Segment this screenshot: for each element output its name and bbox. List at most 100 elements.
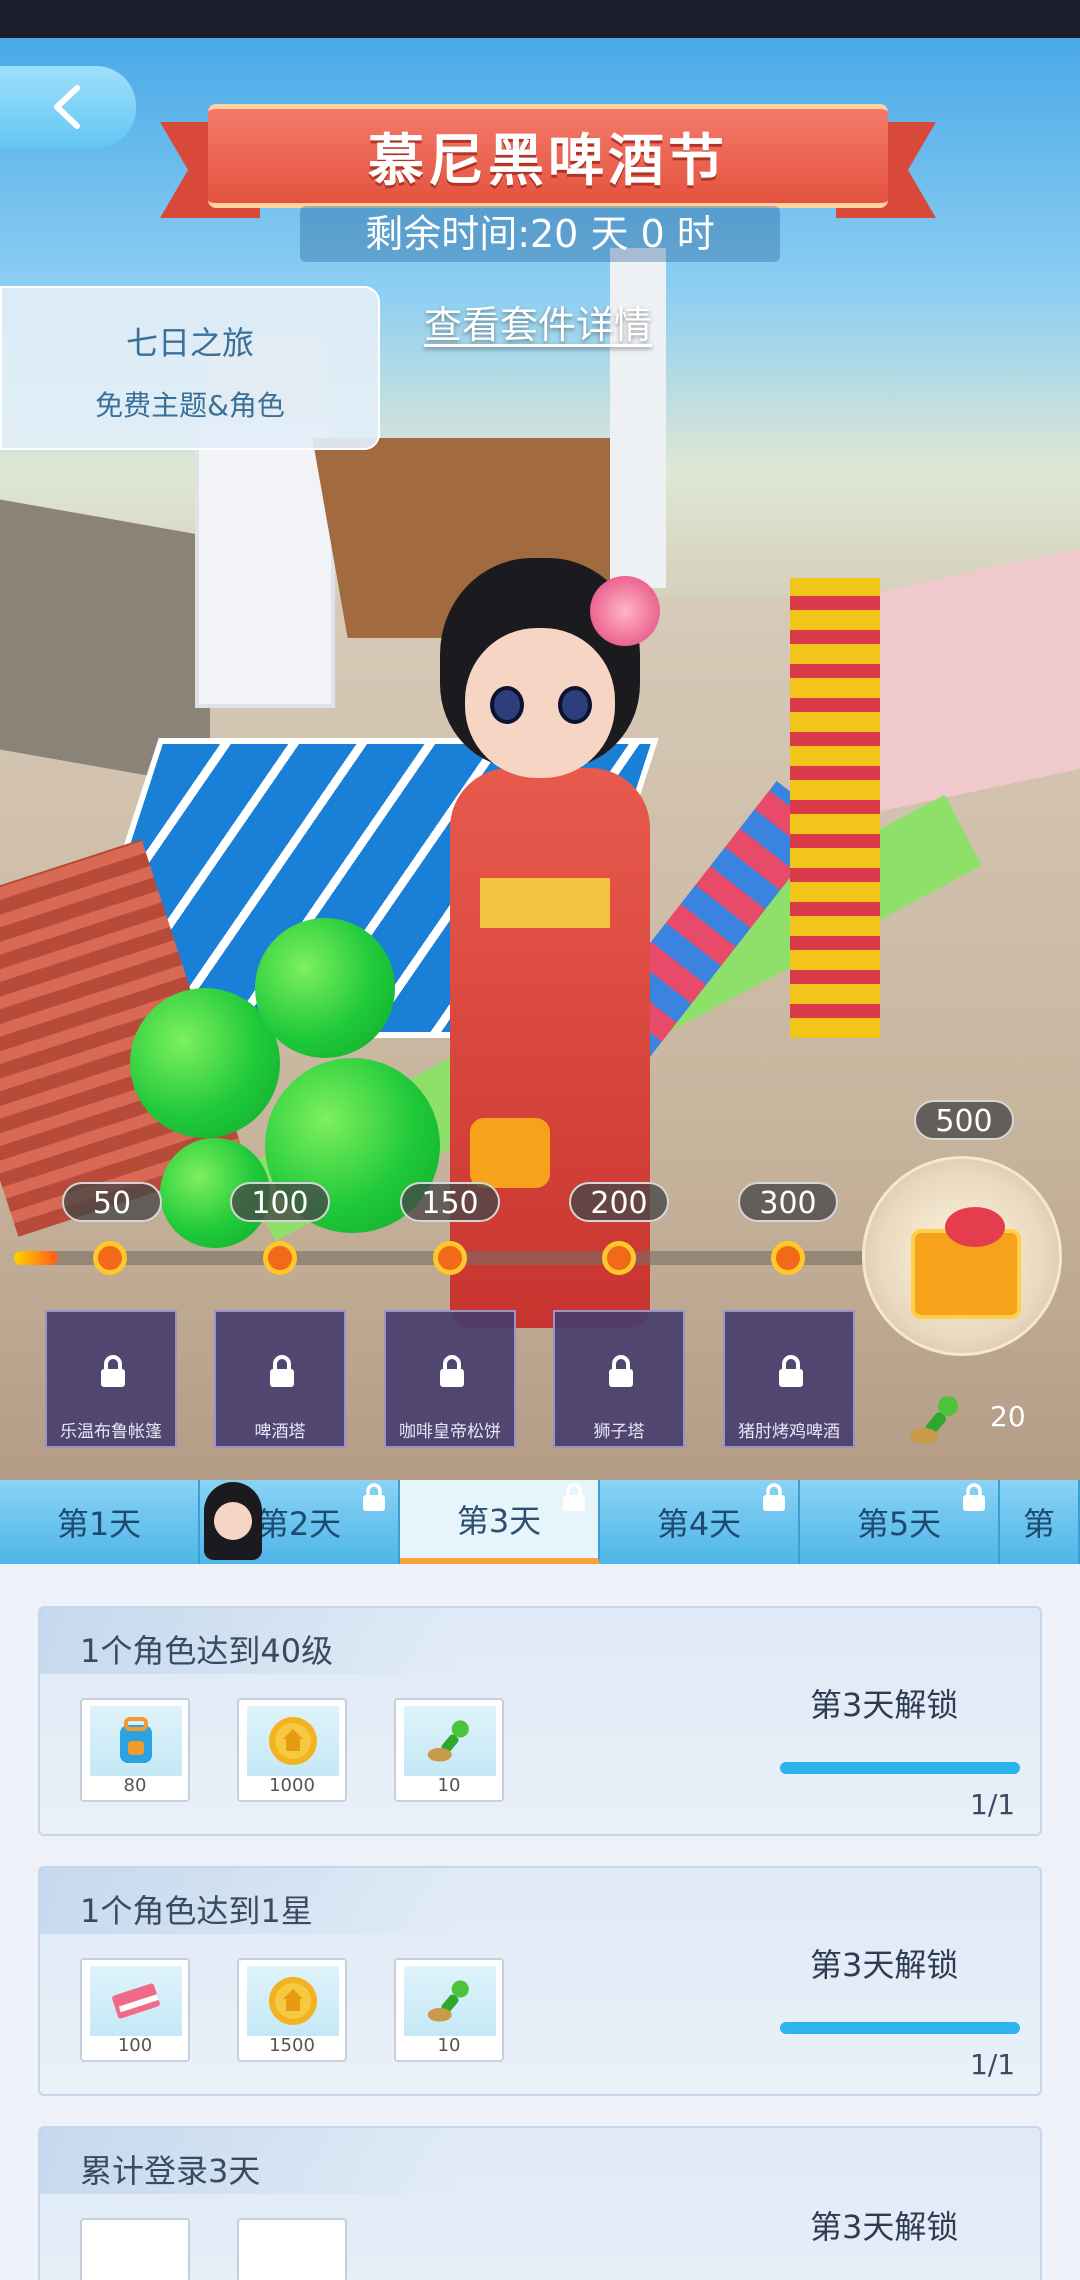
- ribbon-band: 慕尼黑啤酒节: [208, 104, 888, 208]
- reward-qty: 10: [437, 2035, 461, 2056]
- promo-title: 七日之旅: [125, 324, 254, 362]
- lock-icon: [440, 1355, 464, 1387]
- milestone-reward[interactable]: 猪肘烤鸡啤酒: [723, 1310, 855, 1448]
- milestone-reward[interactable]: 啤酒塔: [214, 1310, 346, 1448]
- scene-right-hall: [880, 544, 1080, 812]
- event-title: 慕尼黑啤酒节: [368, 128, 728, 194]
- lock-icon: [609, 1355, 633, 1387]
- character-flower: [590, 576, 660, 646]
- character-mini-avatar: [204, 1482, 262, 1560]
- reward-name: 乐温布鲁帐篷: [60, 1422, 162, 1442]
- task-status: 第3天解锁: [810, 2208, 959, 2246]
- tab-label: 第5天: [856, 1505, 942, 1543]
- stamp-count: 20: [990, 1400, 1026, 1433]
- reward-qty: 10: [437, 1775, 461, 1796]
- reward-item[interactable]: 1500: [237, 1958, 347, 2062]
- reward-item[interactable]: 80: [80, 1698, 190, 1802]
- milestone-node: [602, 1241, 636, 1275]
- lock-icon: [763, 1483, 785, 1511]
- tab-day-2[interactable]: 第2天: [200, 1480, 400, 1564]
- final-reward-chest[interactable]: [862, 1156, 1062, 1356]
- stamp-counter: 20: [908, 1392, 1048, 1448]
- tab-label: 第1天: [56, 1505, 142, 1543]
- scene-tower: [195, 418, 335, 708]
- tab-label: 第: [1022, 1505, 1055, 1543]
- lock-icon: [270, 1355, 294, 1387]
- tab-day-3[interactable]: 第3天: [400, 1480, 600, 1564]
- lock-icon: [563, 1483, 585, 1511]
- task-title: 累计登录3天: [80, 2152, 261, 2190]
- reward-name: 狮子塔: [593, 1422, 645, 1442]
- reward-item[interactable]: [237, 2218, 347, 2280]
- task-progress-bar: [780, 2022, 1020, 2034]
- task-card: 1个角色达到1星 100 1500 10 第3天解锁 1/1: [38, 1866, 1042, 2096]
- lock-icon: [363, 1483, 385, 1511]
- milestone-label: 100: [230, 1182, 330, 1222]
- lock-icon: [963, 1483, 985, 1511]
- character-obi: [480, 878, 610, 928]
- scene-slide-tower: [790, 578, 880, 1038]
- task-progress: 1/1: [970, 2048, 1016, 2081]
- reward-name: 啤酒塔: [254, 1422, 306, 1442]
- milestone-node: [93, 1241, 127, 1275]
- green-stamp-icon: [404, 1966, 496, 2036]
- tab-label: 第2天: [256, 1505, 342, 1543]
- day-tabs: 第1天 第2天 第3天 第4天 第5天 第: [0, 1480, 1080, 1564]
- character-eye: [558, 686, 592, 724]
- milestone-reward[interactable]: 乐温布鲁帐篷: [45, 1310, 177, 1448]
- task-card: 1个角色达到40级 80 1000 10 第3天解锁 1/1: [38, 1606, 1042, 1836]
- milestone-node: [771, 1241, 805, 1275]
- milestone-label: 150: [400, 1182, 500, 1222]
- tab-day-1[interactable]: 第1天: [0, 1480, 200, 1564]
- tab-day-4[interactable]: 第4天: [600, 1480, 800, 1564]
- milestone-label: 200: [569, 1182, 669, 1222]
- tab-label: 第4天: [656, 1505, 742, 1543]
- back-arrow-icon: [54, 85, 80, 129]
- tab-day-5[interactable]: 第5天: [800, 1480, 1000, 1564]
- milestone-reward[interactable]: 咖啡皇帝松饼: [384, 1310, 516, 1448]
- back-button[interactable]: [0, 66, 136, 148]
- milestone-reward[interactable]: 狮子塔: [553, 1310, 685, 1448]
- reward-qty: 1000: [269, 1775, 315, 1796]
- milestone-label: 50: [62, 1182, 162, 1222]
- reward-item[interactable]: 1000: [237, 1698, 347, 1802]
- gift-bow-icon: [945, 1207, 1005, 1247]
- reward-item[interactable]: [80, 2218, 190, 2280]
- event-title-ribbon: 慕尼黑啤酒节: [160, 104, 936, 222]
- scene-tree: [130, 988, 280, 1138]
- reward-item[interactable]: 10: [394, 1958, 504, 2062]
- tab-label: 第3天: [456, 1502, 542, 1540]
- task-progress-bar: [780, 1762, 1020, 1774]
- task-title: 1个角色达到40级: [80, 1632, 334, 1670]
- reward-item[interactable]: 100: [80, 1958, 190, 2062]
- milestone-node: [433, 1241, 467, 1275]
- milestone-progress-fill: [14, 1251, 58, 1265]
- character-bag: [470, 1118, 550, 1188]
- milestone-node: [263, 1241, 297, 1275]
- gold-coin-icon: [247, 1706, 339, 1776]
- promo-subtitle: 免费主题&角色: [95, 389, 285, 422]
- tab-day-6[interactable]: 第: [1000, 1480, 1080, 1564]
- reward-name: 咖啡皇帝松饼: [399, 1422, 501, 1442]
- reward-item[interactable]: 10: [394, 1698, 504, 1802]
- backpack-icon: [90, 1706, 182, 1776]
- task-status: 第3天解锁: [810, 1946, 959, 1984]
- milestone-label-final: 500: [914, 1100, 1014, 1140]
- reward-name: 猪肘烤鸡啤酒: [738, 1422, 840, 1442]
- scene-tree: [255, 918, 395, 1058]
- green-stamp-icon: [404, 1706, 496, 1776]
- task-title: 1个角色达到1星: [80, 1892, 313, 1930]
- milestone-label: 300: [738, 1182, 838, 1222]
- gold-coin-icon: [247, 1966, 339, 2036]
- character-face: [465, 628, 615, 778]
- promo-card[interactable]: 七日之旅 免费主题&角色: [0, 286, 380, 450]
- status-bar: [0, 0, 1080, 38]
- lock-icon: [779, 1355, 803, 1387]
- reward-qty: 80: [123, 1775, 147, 1796]
- green-stamp-icon: [910, 1396, 958, 1444]
- view-details-link[interactable]: 查看套件详情: [424, 294, 652, 349]
- character-eye: [490, 686, 524, 724]
- event-countdown: 剩余时间:20 天 0 时: [300, 206, 780, 262]
- task-list: 1个角色达到40级 80 1000 10 第3天解锁 1/1 1个角色达到1星: [0, 1564, 1080, 2280]
- task-status: 第3天解锁: [810, 1686, 959, 1724]
